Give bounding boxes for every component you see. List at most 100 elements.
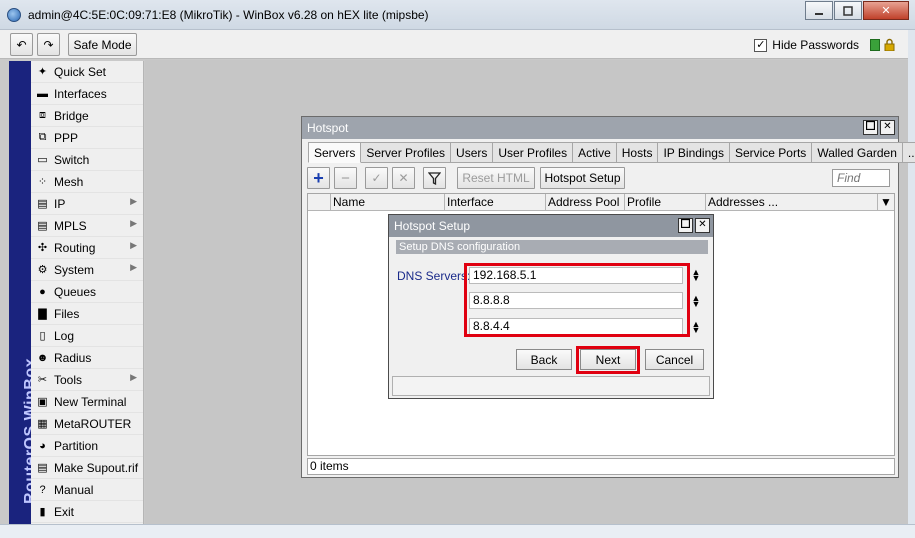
sidebar-item-label: Log	[54, 328, 75, 343]
sidebar-item-manual[interactable]: ? Manual	[31, 479, 143, 501]
hotspot-titlebar: Hotspot ✕	[302, 117, 898, 139]
sidebar-menu: ✦ Quick Set ▬ Interfaces ⧈ Bridge ⧉ PPP ▭ Switch ⁘…	[31, 61, 144, 524]
close-icon[interactable]: ✕	[863, 1, 909, 20]
find-input[interactable]	[832, 169, 890, 187]
sidebar-item-label: Switch	[54, 152, 90, 167]
document-icon: ▤	[37, 462, 48, 474]
back-button[interactable]: Back	[516, 349, 572, 370]
sidebar-item-interfaces[interactable]: ▬ Interfaces	[31, 83, 143, 105]
sidebar-item-mpls[interactable]: ▤ MPLS ▶	[31, 215, 143, 237]
sidebar-item-tools[interactable]: ✂ Tools ▶	[31, 369, 143, 391]
winbox-app-icon	[7, 8, 21, 22]
help-icon: ?	[39, 483, 46, 496]
reset-html-button[interactable]: Reset HTML	[457, 167, 535, 189]
tab-active[interactable]: Active	[573, 142, 617, 163]
hotspot-title: Hotspot	[307, 121, 349, 135]
sidebar-item-label: Partition	[54, 438, 99, 453]
tab-more[interactable]: ...	[902, 142, 915, 163]
column-header[interactable]: Interface	[444, 194, 545, 211]
minimize-icon[interactable]	[805, 1, 833, 20]
safe-mode-button[interactable]: Safe Mode	[68, 33, 137, 56]
sidebar-item-system[interactable]: ⚙ System ▶	[31, 259, 143, 281]
sidebar-item-queues[interactable]: ● Queues	[31, 281, 143, 303]
sidebar-item-label: MPLS	[54, 218, 87, 233]
tab-servers[interactable]: Servers	[308, 142, 362, 163]
mesh-icon: ⁘	[37, 176, 48, 188]
dns-servers-label: DNS Servers:	[397, 269, 471, 283]
tab-walled-garden[interactable]: Walled Garden	[812, 142, 903, 163]
sidebar-item-log[interactable]: ▯ Log	[31, 325, 143, 347]
sidebar-item-ppp[interactable]: ⧉ PPP	[31, 127, 143, 149]
bridge-icon: ⧈	[39, 109, 46, 121]
dns-server-field[interactable]: 8.8.4.4	[469, 318, 683, 335]
cancel-button[interactable]: Cancel	[645, 349, 704, 370]
submenu-arrow-icon: ▶	[130, 196, 137, 206]
table-header: Name Interface Address Pool Profile Addr…	[308, 194, 894, 211]
sidebar-item-label: Routing	[54, 240, 96, 255]
sidebar-item-mesh[interactable]: ⁘ Mesh	[31, 171, 143, 193]
tab-service-ports[interactable]: Service Ports	[729, 142, 813, 163]
hide-passwords-toggle[interactable]: ✓ Hide Passwords	[754, 38, 859, 52]
sidebar-item-label: MetaROUTER	[54, 416, 132, 431]
column-header[interactable]: Profile	[624, 194, 705, 211]
sidebar-item-radius[interactable]: ☻ Radius	[31, 347, 143, 369]
disable-icon[interactable]: ✕	[392, 167, 415, 189]
add-icon[interactable]: +	[307, 167, 330, 189]
window-border-right	[908, 30, 915, 524]
up-down-icon[interactable]: ▲ ▼	[691, 268, 701, 283]
sidebar-item-bridge[interactable]: ⧈ Bridge	[31, 105, 143, 127]
maximize-icon[interactable]	[834, 1, 862, 20]
column-header[interactable]: Addresses ...	[705, 194, 778, 211]
dns-server-field[interactable]: 8.8.8.8	[469, 292, 683, 309]
sidebar-item-make-supout-rif[interactable]: ▤ Make Supout.rif	[31, 457, 143, 479]
status-indicator-icon	[870, 39, 880, 51]
sidebar-item-files[interactable]: ▇ Files	[31, 303, 143, 325]
sidebar-item-exit[interactable]: ▮ Exit	[31, 501, 143, 523]
submenu-arrow-icon: ▶	[130, 240, 137, 250]
hotspot-setup-button[interactable]: Hotspot Setup	[540, 167, 625, 189]
tab-users[interactable]: Users	[451, 142, 494, 163]
routing-icon: ✣	[37, 242, 48, 254]
window-controls: ✕	[804, 1, 909, 20]
sidebar-item-partition[interactable]: ◕ Partition	[31, 435, 143, 457]
tab-user-profiles[interactable]: User Profiles	[493, 142, 574, 163]
sidebar-item-metarouter[interactable]: ▦ MetaROUTER	[31, 413, 143, 435]
column-header[interactable]: Address Pool	[545, 194, 624, 211]
sidebar-item-ip[interactable]: ▤ IP ▶	[31, 193, 143, 215]
interfaces-icon: ▬	[37, 87, 48, 100]
folder-icon: ▇	[38, 308, 47, 320]
sidebar-item-routing[interactable]: ✣ Routing ▶	[31, 237, 143, 259]
next-button[interactable]: Next	[580, 349, 636, 370]
ppp-icon: ⧉	[38, 131, 47, 143]
column-header[interactable]: Name	[330, 194, 444, 211]
wand-icon: ✦	[37, 66, 48, 78]
filter-icon[interactable]	[423, 167, 446, 189]
column-menu-icon[interactable]: ▼	[877, 194, 894, 211]
tab-hosts[interactable]: Hosts	[616, 142, 659, 163]
up-down-icon[interactable]: ▲ ▼	[691, 294, 701, 309]
setup-title: Hotspot Setup	[394, 219, 471, 233]
sidebar-item-new-terminal[interactable]: ▣ New Terminal	[31, 391, 143, 413]
maximize-icon[interactable]	[863, 120, 878, 135]
sidebar-item-switch[interactable]: ▭ Switch	[31, 149, 143, 171]
sidebar-item-quick-set[interactable]: ✦ Quick Set	[31, 61, 143, 83]
dns-server-field[interactable]: 192.168.5.1	[469, 267, 683, 284]
mpls-icon: ▤	[37, 220, 48, 232]
queues-icon: ●	[39, 285, 46, 298]
close-icon[interactable]: ✕	[695, 218, 710, 233]
hotspot-tabs: Servers Server Profiles Users User Profiles…	[308, 142, 915, 163]
setup-status-bar	[392, 376, 710, 396]
redo-icon[interactable]: ↷	[37, 33, 60, 56]
maximize-icon[interactable]	[678, 218, 693, 233]
gear-icon: ⚙	[37, 264, 48, 276]
remove-icon[interactable]: −	[334, 167, 357, 189]
up-down-icon[interactable]: ▲ ▼	[691, 320, 701, 335]
log-icon: ▯	[39, 330, 46, 342]
main-toolbar: ↶ ↷ Safe Mode ✓ Hide Passwords	[0, 30, 915, 59]
undo-icon[interactable]: ↶	[10, 33, 33, 56]
tab-server-profiles[interactable]: Server Profiles	[361, 142, 452, 163]
hide-passwords-checkbox[interactable]: ✓	[754, 38, 768, 52]
tab-ip-bindings[interactable]: IP Bindings	[658, 142, 730, 163]
close-icon[interactable]: ✕	[880, 120, 895, 135]
enable-icon[interactable]: ✓	[365, 167, 388, 189]
